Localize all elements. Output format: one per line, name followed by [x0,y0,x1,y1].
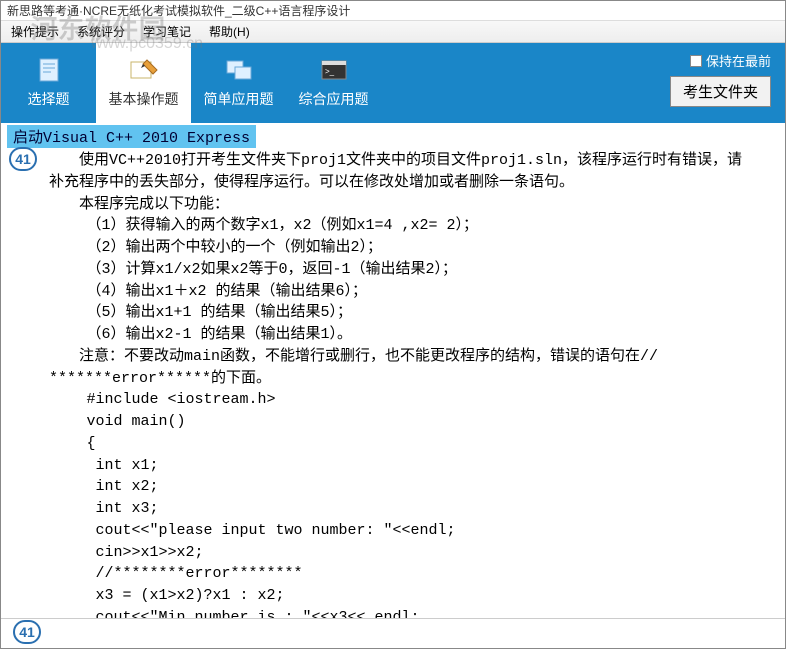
code-line: void main() [49,411,775,433]
problem-line: 补充程序中的丢失部分，使得程序运行。可以在修改处增加或者删除一条语句。 [49,172,775,194]
code-line: x3 = (x1>x2)?x1 : x2; [49,585,775,607]
tab-simple-application[interactable]: 简单应用题 [191,43,286,123]
footer: 41 [1,618,785,648]
keep-top-label: 保持在最前 [706,51,771,70]
problem-item: （2）输出两个中较小的一个（例如输出2）； [49,237,775,259]
svg-text:>_: >_ [325,67,335,76]
menu-notes[interactable]: 学习笔记 [143,23,191,40]
problem-item: （5）输出x1+1 的结果（输出结果5）； [49,302,775,324]
menu-bar: 操作提示 系统评分 学习笔记 帮助(H) [1,21,785,43]
code-line: //********error******** [49,563,775,585]
windows-icon [224,57,254,83]
code-line: cout<<"please input two number: "<<endl; [49,520,775,542]
code-line: int x2; [49,476,775,498]
menu-help[interactable]: 帮助(H) [209,23,250,40]
tab-select-question[interactable]: 选择题 [1,43,96,123]
content-area: 启动Visual C++ 2010 Express 41 使用VC++2010打… [1,123,785,618]
problem-note: 注意：不要改动main函数，不能增行或删行，也不能更改程序的结构，错误的语句在/… [49,346,775,368]
edit-note-icon [129,57,159,83]
code-line: int x3; [49,498,775,520]
tab-label: 基本操作题 [109,89,179,109]
document-icon [34,57,64,83]
tab-comprehensive-application[interactable]: >_ 综合应用题 [286,43,381,123]
examinee-folder-button[interactable]: 考生文件夹 [670,76,771,107]
code-line: int x1; [49,455,775,477]
code-line: cout<<"Min number is : "<<x3<< endl; [49,607,775,618]
problem-item: （4）输出x1＋x2 的结果（输出结果6）； [49,281,775,303]
code-line: cin>>x1>>x2; [49,542,775,564]
problem-line: 使用VC++2010打开考生文件夹下proj1文件夹中的项目文件proj1.sl… [49,150,775,172]
launch-vc-button[interactable]: 启动Visual C++ 2010 Express [7,125,256,148]
problem-note2: *******error******的下面。 [49,368,775,390]
checkbox-icon [690,55,702,67]
problem-line: 本程序完成以下功能： [49,194,775,216]
problem-text: 使用VC++2010打开考生文件夹下proj1文件夹中的项目文件proj1.sl… [1,148,785,618]
tab-basic-operation[interactable]: 基本操作题 [96,43,191,123]
tab-label: 选择题 [28,89,70,109]
window-title: 新思路等考通·NCRE无纸化考试模拟软件_二级C++语言程序设计 [1,1,785,21]
question-number-badge-footer[interactable]: 41 [13,620,41,644]
problem-item: （6）输出x2-1 的结果（输出结果1）。 [49,324,775,346]
problem-item: （1）获得输入的两个数字x1，x2（例如x1=4 ,x2= 2）； [49,215,775,237]
tab-label: 简单应用题 [204,89,274,109]
keep-on-top-checkbox[interactable]: 保持在最前 [690,51,771,70]
code-line: { [49,433,775,455]
menu-score[interactable]: 系统评分 [77,23,125,40]
menu-hint[interactable]: 操作提示 [11,23,59,40]
toolbar: 选择题 基本操作题 简单应用题 >_ 综合应用题 保持在最前 考生文件夹 [1,43,785,123]
toolbar-right: 保持在最前 考生文件夹 [670,43,785,123]
terminal-icon: >_ [319,57,349,83]
code-line: #include <iostream.h> [49,389,775,411]
problem-item: （3）计算x1/x2如果x2等于0，返回-1（输出结果2）； [49,259,775,281]
tab-label: 综合应用题 [299,89,369,109]
question-number-badge: 41 [9,147,37,171]
